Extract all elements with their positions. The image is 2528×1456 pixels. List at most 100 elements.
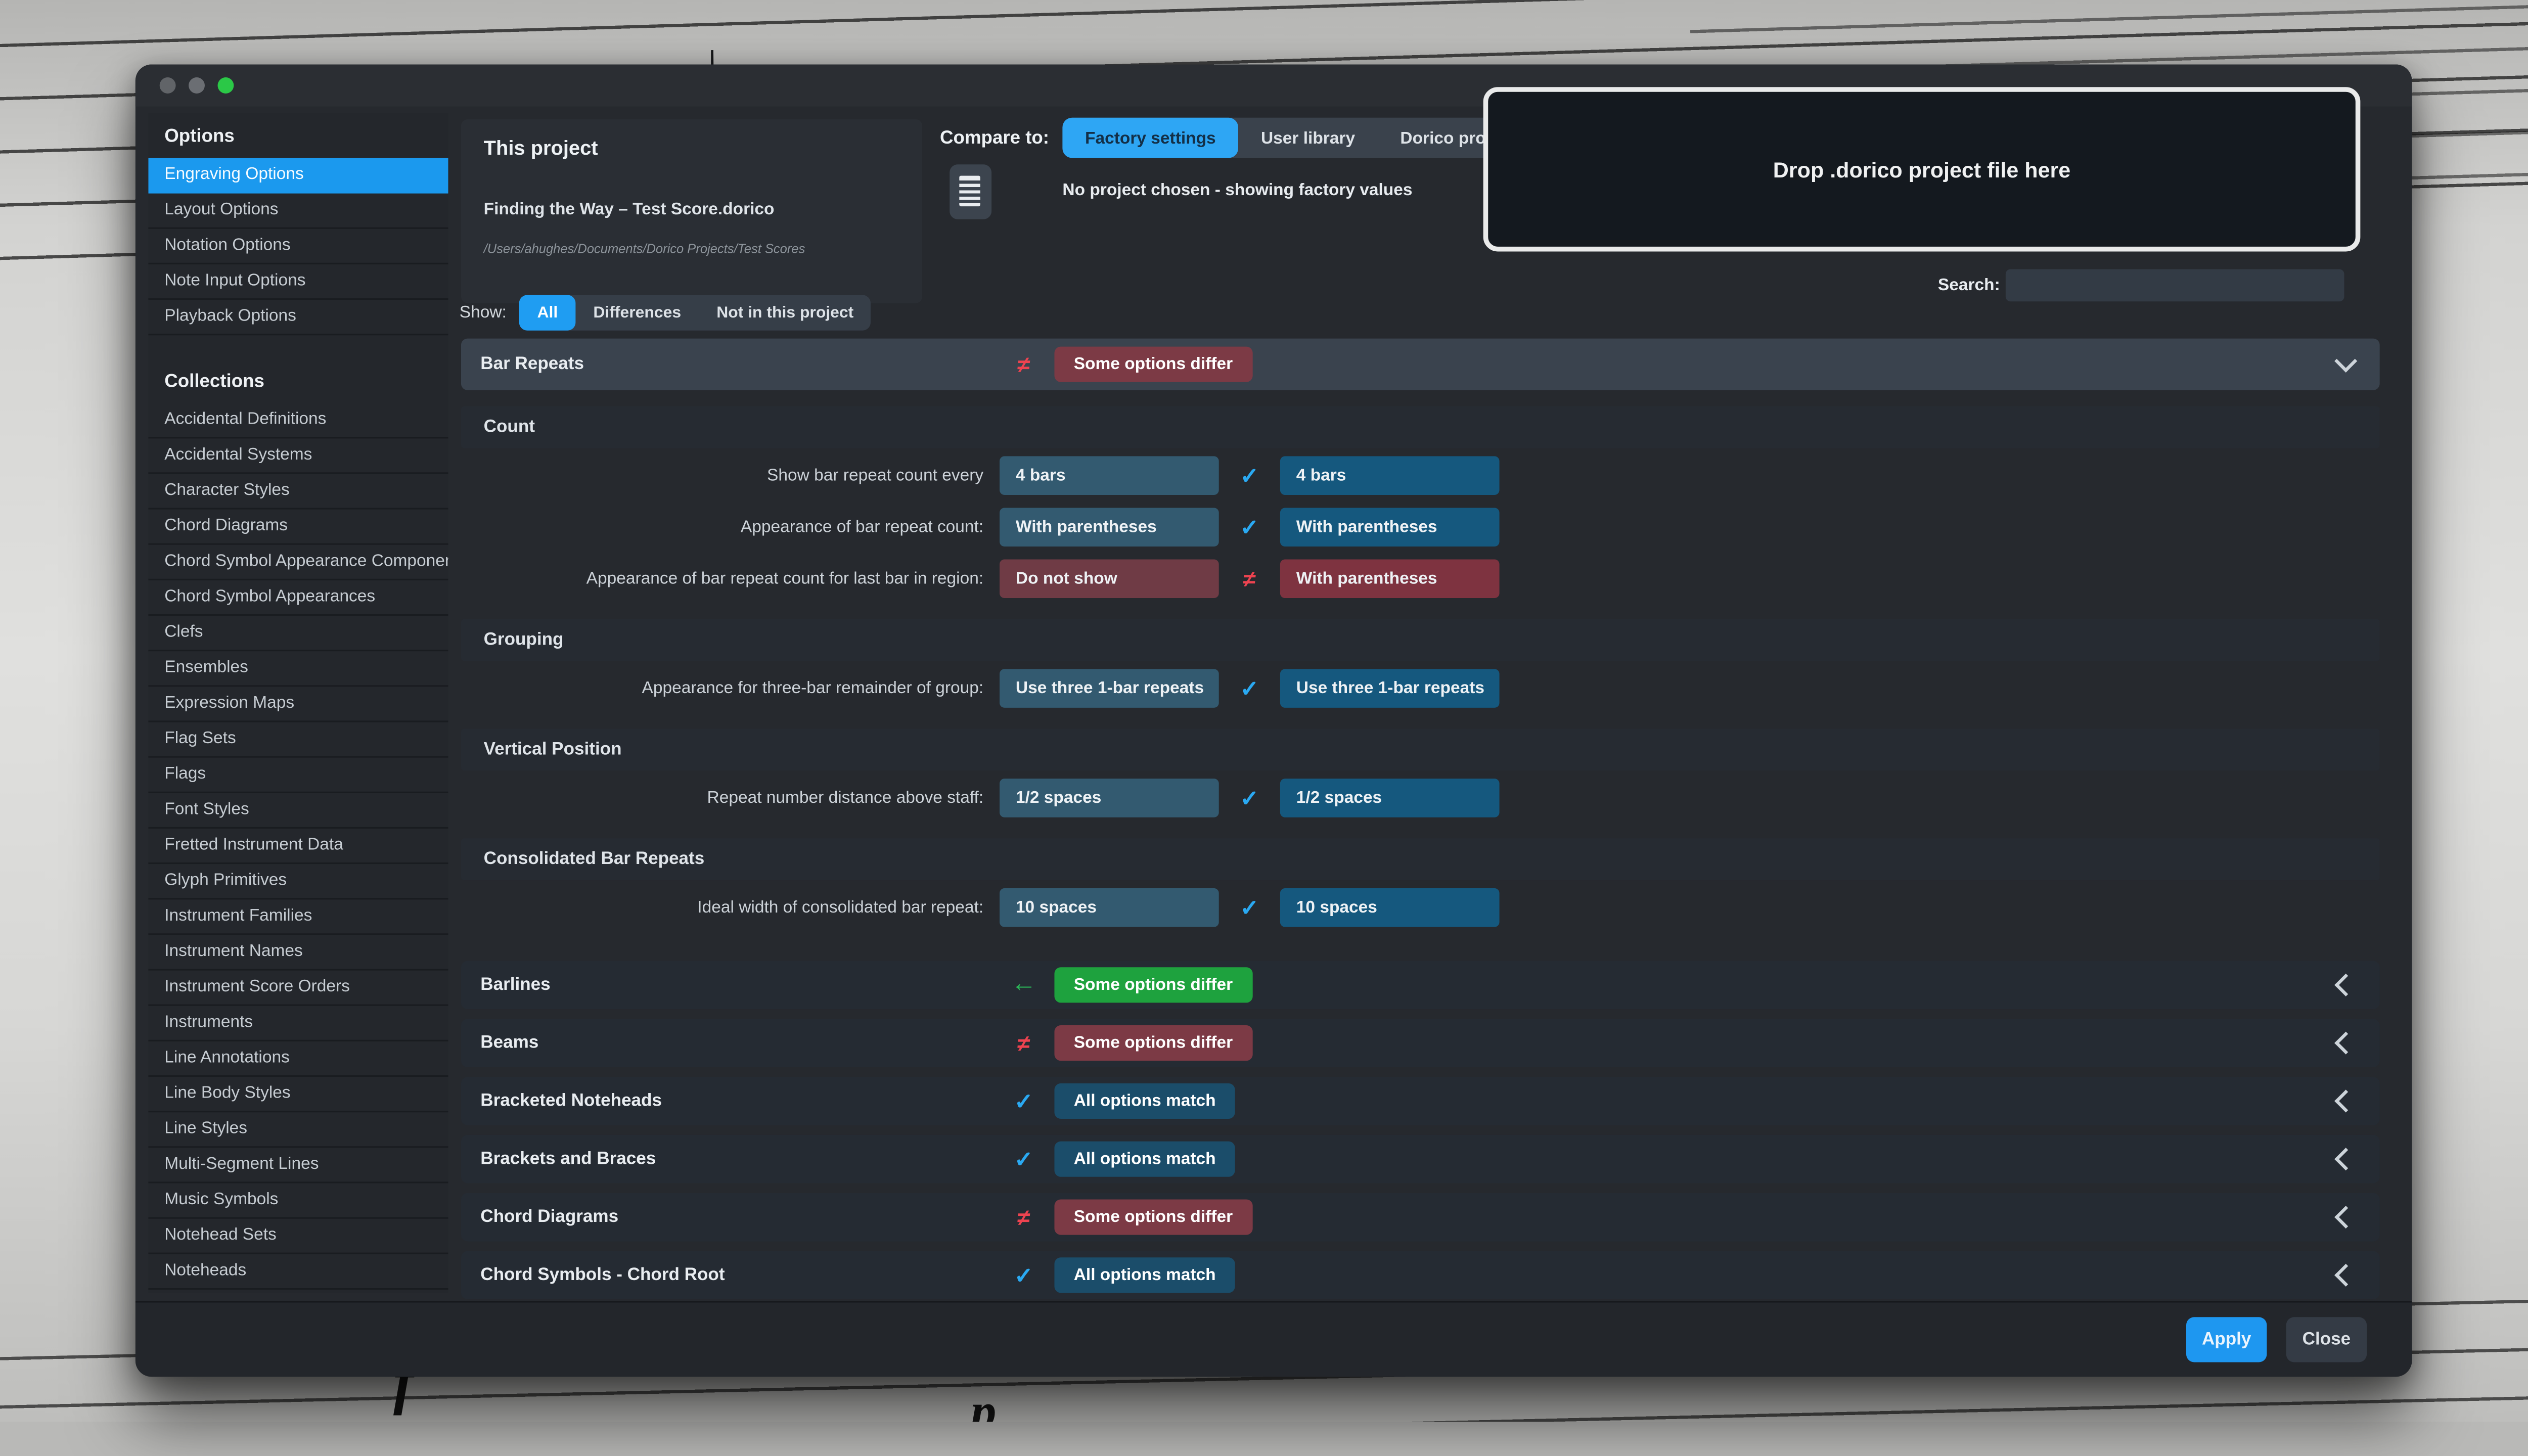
project-value[interactable]: 1/2 spaces (1000, 779, 1219, 817)
option-row: Repeat number distance above staff: 1/2 … (461, 774, 2380, 823)
sidebar-item-note-input-options[interactable]: Note Input Options (148, 264, 448, 300)
match-check-icon: ✓ (1219, 896, 1280, 919)
sidebar-item-noteheads[interactable]: Noteheads (148, 1254, 448, 1290)
section-title: Brackets and Braces (461, 1150, 993, 1169)
compare-to-label: Compare to: (940, 129, 1049, 148)
sidebar-item-playback-options[interactable]: Playback Options (148, 300, 448, 335)
apply-button[interactable]: Apply (2186, 1317, 2267, 1362)
chevron-left-icon[interactable] (2334, 974, 2357, 996)
sidebar-item-chord-symbol-appearances[interactable]: Chord Symbol Appearances (148, 580, 448, 616)
match-check-icon: ✓ (1219, 677, 1280, 700)
sidebar-item-line-styles[interactable]: Line Styles (148, 1112, 448, 1148)
sidebar-item-chord-symbol-appearance-components[interactable]: Chord Symbol Appearance Components (148, 545, 448, 580)
chevron-left-icon[interactable] (2334, 1206, 2357, 1228)
match-check-icon: ✓ (993, 1148, 1054, 1170)
compare-value[interactable]: 1/2 spaces (1280, 779, 1500, 817)
sidebar-item-flag-sets[interactable]: Flag Sets (148, 722, 448, 758)
filter-all[interactable]: All (519, 295, 575, 331)
section-chord-diagrams[interactable]: Chord Diagrams ≠ Some options differ (461, 1193, 2380, 1242)
option-label: Show bar repeat count every (461, 466, 983, 485)
option-label: Ideal width of consolidated bar repeat: (461, 898, 983, 917)
option-row: Ideal width of consolidated bar repeat: … (461, 883, 2380, 932)
option-row: Appearance of bar repeat count: With par… (461, 503, 2380, 552)
this-project-label: This project (484, 137, 598, 160)
sidebar-item-instrument-families[interactable]: Instrument Families (148, 899, 448, 935)
this-project-panel: This project Finding the Way – Test Scor… (461, 119, 922, 303)
chevron-left-icon[interactable] (2334, 1089, 2357, 1112)
sidebar-item-notation-options[interactable]: Notation Options (148, 229, 448, 264)
sidebar-item-instrument-names[interactable]: Instrument Names (148, 935, 448, 970)
section-title: Chord Diagrams (461, 1207, 993, 1226)
section-bar-repeats[interactable]: Bar Repeats ≠ Some options differ (461, 339, 2380, 390)
not-equal-icon: ≠ (992, 353, 1056, 376)
compare-value[interactable]: With parentheses (1280, 560, 1500, 599)
match-check-icon: ✓ (993, 1090, 1054, 1113)
not-equal-icon: ≠ (1217, 567, 1281, 590)
compare-value[interactable]: 4 bars (1280, 456, 1500, 495)
zoom-button[interactable] (217, 77, 234, 94)
project-drop-zone[interactable]: Drop .dorico project file here (1483, 87, 2361, 251)
sidebar-item-character-styles[interactable]: Character Styles (148, 474, 448, 510)
project-value[interactable]: With parentheses (1000, 508, 1219, 547)
section-title: Barlines (461, 975, 993, 994)
section-barlines[interactable]: Barlines ← Some options differ (461, 961, 2380, 1010)
section-beams[interactable]: Beams ≠ Some options differ (461, 1019, 2380, 1067)
drop-zone-label: Drop .dorico project file here (1773, 157, 2070, 181)
close-button[interactable] (160, 77, 176, 94)
filter-not-in-this-project[interactable]: Not in this project (699, 295, 871, 331)
project-value[interactable]: 10 spaces (1000, 888, 1219, 927)
sidebar-item-flags[interactable]: Flags (148, 758, 448, 793)
sidebar-item-fretted-instrument-data[interactable]: Fretted Instrument Data (148, 829, 448, 864)
section-brackets-and-braces[interactable]: Brackets and Braces ✓ All options match (461, 1135, 2380, 1184)
library-manager-dialog: Options Engraving Options Layout Options… (136, 65, 2412, 1377)
options-list: Bar Repeats ≠ Some options differ Count … (461, 339, 2380, 1309)
chevron-down-icon[interactable] (2334, 350, 2357, 373)
sidebar-item-chord-diagrams[interactable]: Chord Diagrams (148, 510, 448, 545)
project-path: /Users/ahughes/Documents/Dorico Projects… (484, 242, 805, 256)
not-equal-icon: ≠ (992, 1206, 1056, 1228)
project-value[interactable]: Use three 1-bar repeats (1000, 669, 1219, 708)
project-value[interactable]: Do not show (1000, 560, 1219, 599)
sidebar-item-line-annotations[interactable]: Line Annotations (148, 1041, 448, 1077)
not-equal-icon: ≠ (992, 1032, 1056, 1055)
sidebar-item-layout-options[interactable]: Layout Options (148, 194, 448, 229)
minimize-button[interactable] (189, 77, 205, 94)
chevron-left-icon[interactable] (2334, 1032, 2357, 1055)
sidebar-item-accidental-systems[interactable]: Accidental Systems (148, 438, 448, 474)
sidebar-item-instruments[interactable]: Instruments (148, 1006, 448, 1041)
subsection-header-consolidated-bar-repeats: Consolidated Bar Repeats (461, 838, 2380, 880)
show-filter-row: Show: All Differences Not in this projec… (460, 295, 872, 331)
sidebar-item-ensembles[interactable]: Ensembles (148, 651, 448, 687)
chevron-left-icon[interactable] (2334, 1264, 2357, 1287)
search-input[interactable] (2006, 269, 2344, 302)
tab-user-library[interactable]: User library (1238, 118, 1377, 158)
section-bracketed-noteheads[interactable]: Bracketed Noteheads ✓ All options match (461, 1077, 2380, 1125)
match-check-icon: ✓ (1219, 787, 1280, 809)
filter-differences[interactable]: Differences (575, 295, 699, 331)
sidebar-item-glyph-primitives[interactable]: Glyph Primitives (148, 864, 448, 899)
subsection-header-count: Count (461, 406, 2380, 448)
sidebar-item-accidental-definitions[interactable]: Accidental Definitions (148, 403, 448, 438)
sidebar-item-clefs[interactable]: Clefs (148, 616, 448, 651)
sidebar-item-instrument-score-orders[interactable]: Instrument Score Orders (148, 971, 448, 1006)
chevron-left-icon[interactable] (2334, 1148, 2357, 1170)
sidebar: Options Engraving Options Layout Options… (148, 113, 448, 1293)
match-check-icon: ✓ (1219, 464, 1280, 487)
show-filter-group: All Differences Not in this project (519, 295, 871, 331)
tab-factory-settings[interactable]: Factory settings (1062, 118, 1238, 158)
transfer-left-arrow-icon: ← (993, 972, 1054, 998)
compare-value[interactable]: 10 spaces (1280, 888, 1500, 927)
section-chord-symbols-chord-root[interactable]: Chord Symbols - Chord Root ✓ All options… (461, 1251, 2380, 1299)
project-value[interactable]: 4 bars (1000, 456, 1219, 495)
sidebar-item-line-body-styles[interactable]: Line Body Styles (148, 1077, 448, 1112)
sidebar-item-notehead-sets[interactable]: Notehead Sets (148, 1219, 448, 1254)
sidebar-item-engraving-options[interactable]: Engraving Options (148, 158, 448, 194)
option-row: Appearance of bar repeat count for last … (461, 555, 2380, 603)
compare-value[interactable]: Use three 1-bar repeats (1280, 669, 1500, 708)
sidebar-item-music-symbols[interactable]: Music Symbols (148, 1184, 448, 1219)
close-button[interactable]: Close (2286, 1317, 2367, 1362)
sidebar-item-font-styles[interactable]: Font Styles (148, 793, 448, 829)
sidebar-item-multi-segment-lines[interactable]: Multi-Segment Lines (148, 1148, 448, 1183)
compare-value[interactable]: With parentheses (1280, 508, 1500, 547)
sidebar-item-expression-maps[interactable]: Expression Maps (148, 687, 448, 722)
